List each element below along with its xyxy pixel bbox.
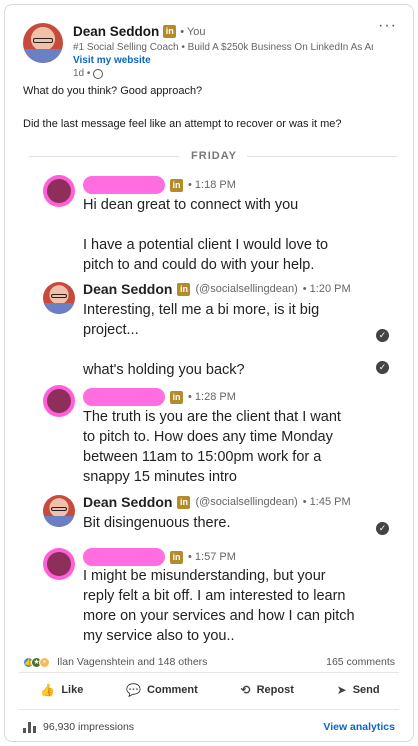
message-time: • 1:20 PM <box>302 283 351 295</box>
repost-button[interactable]: ⟲ Repost <box>241 683 294 697</box>
globe-icon <box>93 68 104 79</box>
chat-screenshot[interactable]: FRIDAY in • 1:18 PM Hi dean great to con… <box>21 145 407 645</box>
reactions-label: Ilan Vagenshtein and 148 others <box>57 656 208 668</box>
you-label: • You <box>180 25 206 38</box>
message-line: Interesting, tell me a bi more, is it bi… <box>83 302 320 318</box>
message-time: • 1:28 PM <box>188 391 236 403</box>
more-options-button[interactable]: ··· <box>378 17 397 35</box>
insightful-reaction-icon: • <box>39 656 50 668</box>
read-receipt-icon: ✓ <box>376 361 389 374</box>
impressions-label: 96,930 impressions <box>43 721 135 733</box>
like-label: Like <box>61 684 84 696</box>
message-line: I have a potential client I would love t… <box>83 237 329 253</box>
author-name-row: Dean Seddon in • You <box>73 24 206 39</box>
thumbs-up-icon: 👍 <box>40 683 56 697</box>
post-time-label: 1d • <box>73 68 91 79</box>
sender-handle: (@socialsellingdean) <box>195 283 298 295</box>
redacted-name <box>83 548 165 566</box>
read-receipt-icon: ✓ <box>376 329 389 342</box>
dean-avatar <box>43 282 75 314</box>
author-headline: #1 Social Selling Coach • Build A $250k … <box>73 42 373 53</box>
like-button[interactable]: 👍 Like <box>40 683 83 697</box>
send-icon: ➤ <box>336 683 347 697</box>
message-header: in • 1:18 PM <box>83 176 236 194</box>
sender-avatar-redacted <box>43 175 75 207</box>
message-body: Interesting, tell me a bi more, is it bi… <box>83 300 383 380</box>
message-line: pitch to and could do with your help. <box>83 257 315 273</box>
message-line: what's holding you back? <box>83 362 245 378</box>
message-time: • 1:18 PM <box>188 179 236 191</box>
linkedin-premium-icon: in <box>170 550 183 564</box>
message-header: in • 1:57 PM <box>83 548 236 566</box>
linkedin-premium-icon: in <box>170 390 183 404</box>
message-body: Hi dean great to connect with you I have… <box>83 195 383 275</box>
day-divider-right <box>247 156 397 157</box>
author-name[interactable]: Dean Seddon <box>73 24 159 39</box>
message-line: more on your services and how I can pitc… <box>83 608 355 624</box>
message-body: I might be misunderstanding, but your re… <box>83 566 383 646</box>
post-time: 1d • <box>73 68 104 79</box>
reactions-summary[interactable]: 👍 ★ • Ilan Vagenshtein and 148 others <box>23 656 207 668</box>
message-line: project... <box>83 322 139 338</box>
redacted-name <box>83 176 165 194</box>
message-line: I might be misunderstanding, but your <box>83 568 326 584</box>
sender-avatar-redacted <box>43 385 75 417</box>
dean-avatar <box>43 495 75 527</box>
message-line: my service also to you.. <box>83 628 235 644</box>
comments-count-link[interactable]: 165 comments <box>326 656 395 668</box>
message-line: between 11am to 15:00pm work for a <box>83 449 322 465</box>
comment-label: Comment <box>147 684 198 696</box>
message-body: Bit disingenuous there. <box>83 513 383 533</box>
message-time: • 1:45 PM <box>302 496 351 508</box>
message-line: Bit disingenuous there. <box>83 515 231 531</box>
redacted-name <box>83 388 165 406</box>
message-header: in • 1:28 PM <box>83 388 236 406</box>
message-line: Hi dean great to connect with you <box>83 197 299 213</box>
post-text-line-2: Did the last message feel like an attemp… <box>23 118 342 130</box>
divider <box>19 709 399 710</box>
message-line: snappy 15 minutes intro <box>83 469 237 485</box>
linkedin-premium-icon: in <box>177 495 191 509</box>
sender-name: Dean Seddon <box>83 281 173 297</box>
message-body: The truth is you are the client that I w… <box>83 407 383 487</box>
sender-handle: (@socialsellingdean) <box>195 496 298 508</box>
comment-icon: 💬 <box>126 683 142 697</box>
message-line: reply felt a bit off. I am interested to… <box>83 588 346 604</box>
post-card: Dean Seddon in • You #1 Social Selling C… <box>4 4 414 742</box>
send-label: Send <box>352 684 380 696</box>
message-header: Dean Seddon in (@socialsellingdean) • 1:… <box>83 281 351 297</box>
sender-avatar-redacted <box>43 548 75 580</box>
linkedin-premium-icon: in <box>163 25 177 38</box>
comment-button[interactable]: 💬 Comment <box>126 683 198 697</box>
message-line: to pitch to. How does any time Monday <box>83 429 333 445</box>
divider <box>19 672 399 673</box>
send-button[interactable]: ➤ Send <box>337 683 380 697</box>
sender-name: Dean Seddon <box>83 494 173 510</box>
post-text-line-1: What do you think? Good approach? <box>23 85 203 97</box>
action-bar: 👍 Like 💬 Comment ⟲ Repost ➤ Send <box>19 683 401 697</box>
repost-icon: ⟲ <box>240 683 251 697</box>
author-avatar[interactable] <box>23 23 63 63</box>
visit-website-link[interactable]: Visit my website <box>73 55 151 66</box>
repost-label: Repost <box>256 684 294 696</box>
reaction-icons: 👍 ★ • <box>23 656 50 668</box>
impressions: 96,930 impressions <box>23 721 134 733</box>
linkedin-premium-icon: in <box>177 282 191 296</box>
view-analytics-link[interactable]: View analytics <box>323 721 395 733</box>
bar-chart-icon <box>23 721 36 733</box>
message-line: The truth is you are the client that I w… <box>83 409 341 425</box>
linkedin-premium-icon: in <box>170 178 183 192</box>
message-time: • 1:57 PM <box>188 551 236 563</box>
read-receipt-icon: ✓ <box>376 522 389 535</box>
message-header: Dean Seddon in (@socialsellingdean) • 1:… <box>83 494 351 510</box>
